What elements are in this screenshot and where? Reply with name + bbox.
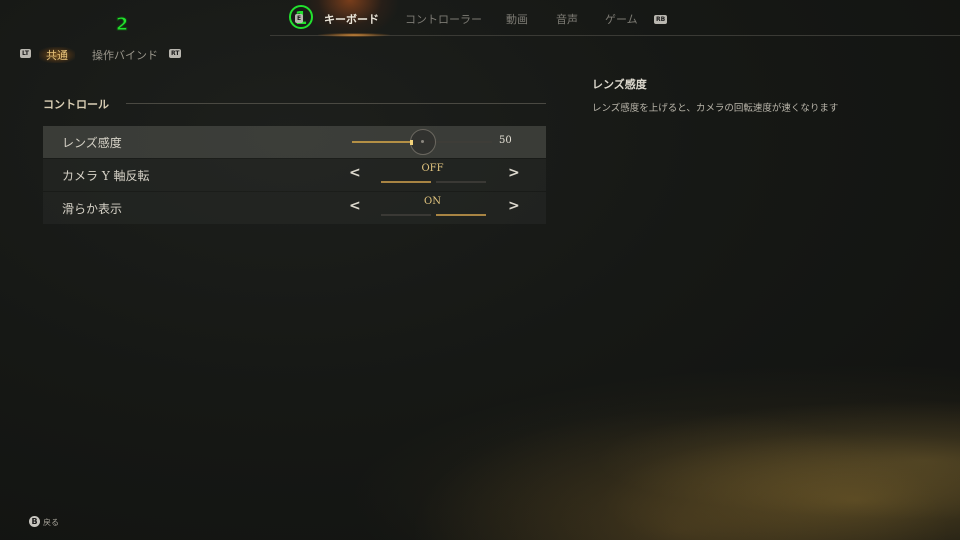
subtab-common[interactable]: 共通	[39, 47, 75, 63]
option-value: OFF	[421, 163, 444, 174]
tab-controller[interactable]: コントローラー	[405, 11, 482, 27]
slider-knob-ring[interactable]	[410, 129, 436, 155]
tab-keyboard[interactable]: キーボード	[324, 11, 379, 27]
setting-row-smooth-display[interactable]: 滑らか表示 < ON >	[43, 192, 546, 224]
setting-row-lens-sensitivity[interactable]: レンズ感度 50	[43, 126, 546, 158]
next-option-arrow-icon[interactable]: >	[508, 198, 520, 214]
setting-label: カメラ Y 軸反転	[62, 169, 150, 183]
setting-label: レンズ感度	[62, 136, 122, 150]
rt-button-hint-icon: RT	[169, 49, 182, 58]
option-value: ON	[424, 196, 441, 207]
annotation-marker-2: 2	[115, 14, 129, 36]
description-text: レンズ感度を上げると、カメラの回転速度が速くなります	[592, 103, 839, 114]
setting-row-camera-y-invert[interactable]: カメラ Y 軸反転 < OFF >	[43, 159, 546, 191]
active-tab-indicator	[318, 33, 390, 37]
e-key-hint-icon: E	[295, 14, 304, 23]
main-tab-bar: 1 E キーボード コントローラー 動画 音声 ゲーム RB	[0, 0, 960, 37]
setting-label: 滑らか表示	[62, 202, 123, 216]
sensitivity-slider[interactable]	[352, 129, 492, 155]
back-label: 戻る	[43, 518, 59, 527]
next-option-arrow-icon[interactable]: >	[508, 165, 520, 181]
rb-button-hint-icon: RB	[654, 15, 668, 24]
previous-option-arrow-icon[interactable]: <	[349, 165, 361, 181]
slider-handle[interactable]	[410, 140, 413, 145]
tab-game[interactable]: ゲーム	[605, 11, 638, 27]
subtab-control-bindings[interactable]: 操作バインド	[92, 47, 158, 63]
knob-center-dot	[421, 140, 424, 143]
option-indicator-on	[436, 214, 486, 216]
option-indicator-off	[381, 181, 431, 183]
b-button-icon: B	[29, 516, 40, 527]
background-sparkles	[260, 340, 960, 540]
slider-value: 50	[499, 135, 512, 146]
section-title: コントロール	[43, 98, 109, 111]
section-divider	[126, 103, 546, 104]
description-title: レンズ感度	[592, 78, 647, 91]
option-indicator-off	[381, 214, 431, 216]
slider-fill	[352, 141, 412, 143]
tab-video[interactable]: 動画	[506, 11, 528, 27]
lt-button-hint-icon: LT	[20, 49, 31, 58]
option-indicator-on	[436, 181, 486, 183]
tab-audio[interactable]: 音声	[556, 11, 578, 27]
previous-option-arrow-icon[interactable]: <	[349, 198, 361, 214]
